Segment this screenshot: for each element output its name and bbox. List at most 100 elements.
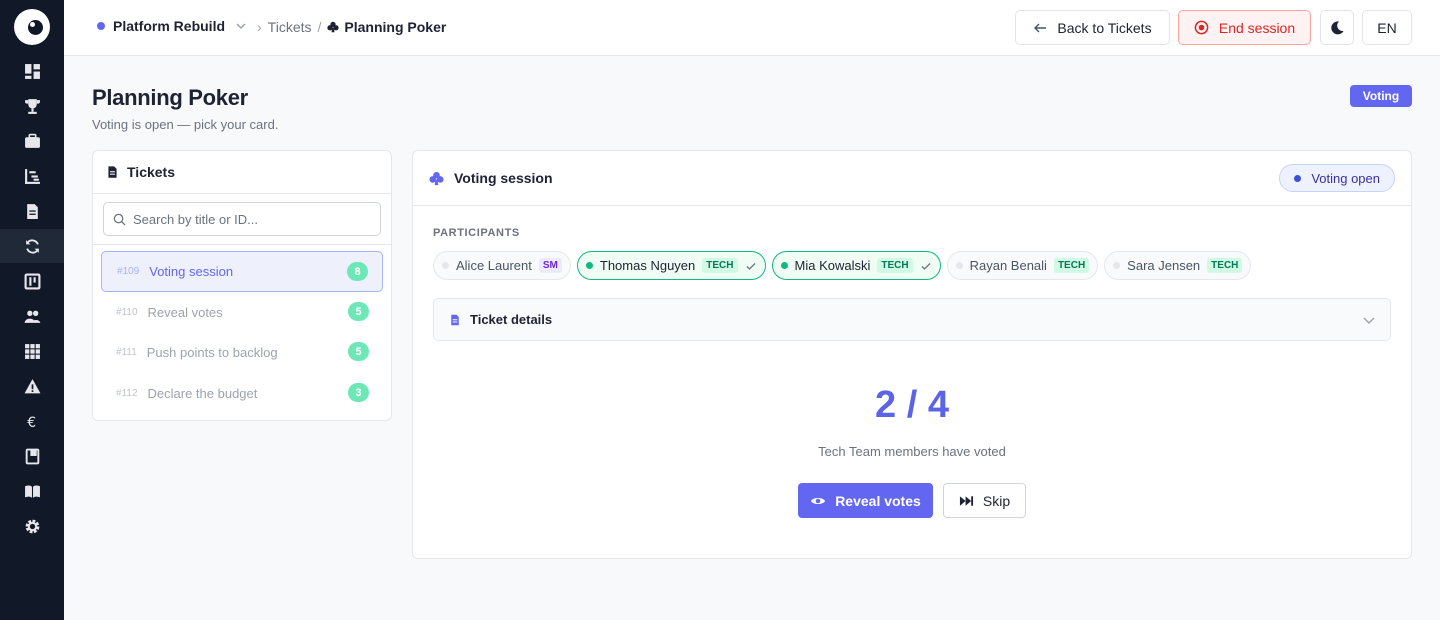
team-icon xyxy=(24,310,40,323)
participant-chip: Rayan Benali TECH xyxy=(946,251,1099,280)
participant-name: Mia Kowalski xyxy=(794,258,871,273)
theme-toggle-button[interactable] xyxy=(1320,10,1354,45)
reveal-votes-button[interactable]: Reveal votes xyxy=(798,483,933,518)
nav-grid[interactable] xyxy=(0,334,64,368)
nav-hierarchy[interactable] xyxy=(0,159,64,193)
book-icon xyxy=(24,484,40,498)
moon-icon xyxy=(1331,20,1344,34)
grid-icon xyxy=(24,343,40,359)
project-switcher[interactable]: Platform Rebuild xyxy=(97,18,247,34)
participant-chip: Thomas Nguyen TECH xyxy=(576,251,766,280)
vote-status-dot xyxy=(780,262,788,269)
project-name: Platform Rebuild xyxy=(113,18,226,34)
svg-text:€: € xyxy=(27,414,36,429)
ticket-item[interactable]: #111 Push points to backlog 5 xyxy=(101,332,383,373)
nav-risks[interactable] xyxy=(0,369,64,403)
participant-name: Alice Laurent xyxy=(456,258,532,273)
ticket-search[interactable] xyxy=(103,202,381,236)
role-badge: TECH xyxy=(877,258,913,273)
ticket-title: Voting session xyxy=(149,264,234,279)
ticket-item[interactable]: #112 Declare the budget 3 xyxy=(101,373,383,414)
language-button[interactable]: EN xyxy=(1362,10,1412,45)
trophy-icon xyxy=(24,98,40,114)
nav-dashboard[interactable] xyxy=(0,54,64,88)
vote-status-dot xyxy=(955,262,963,269)
board-icon xyxy=(24,273,40,289)
briefcase-icon xyxy=(24,133,40,148)
breadcrumb-current-label: Planning Poker xyxy=(344,19,447,35)
participants-list: Alice Laurent SM Thomas Nguyen TECH Mia … xyxy=(433,251,1252,280)
fast-forward-icon xyxy=(959,495,973,506)
page-title: Planning Poker xyxy=(92,85,248,110)
ticket-points-badge: 8 xyxy=(347,262,368,281)
document-icon xyxy=(108,166,117,178)
participant-chip: Mia Kowalski TECH xyxy=(771,251,941,280)
ticket-details-label: Ticket details xyxy=(470,312,553,327)
club-icon xyxy=(327,21,340,33)
role-badge: TECH xyxy=(702,258,738,273)
euro-icon: € xyxy=(27,414,36,429)
page-subtitle: Voting is open — pick your card. xyxy=(92,117,279,132)
check-icon xyxy=(921,262,931,270)
app-logo[interactable] xyxy=(14,9,50,45)
nav-documents[interactable] xyxy=(0,194,64,228)
ticket-id: #109 xyxy=(117,266,140,277)
nav-board[interactable] xyxy=(0,264,64,298)
ticket-points-badge: 3 xyxy=(348,383,369,402)
skip-label: Skip xyxy=(982,492,1011,509)
breadcrumb: › Tickets / Planning Poker xyxy=(251,19,446,35)
breadcrumb-chevron: › xyxy=(257,19,262,35)
search-input[interactable] xyxy=(133,211,373,227)
refresh-icon xyxy=(25,238,39,254)
participant-name: Sara Jensen xyxy=(1127,258,1201,273)
ticket-item[interactable]: #109 Voting session 8 xyxy=(101,251,383,292)
vote-status-dot xyxy=(585,262,593,269)
back-to-tickets-button[interactable]: Back to Tickets xyxy=(1015,10,1170,45)
tickets-panel: Tickets #109 Voting session 8 #110 Revea… xyxy=(92,150,392,421)
voting-status-label: Voting open xyxy=(1311,170,1380,186)
end-session-label: End session xyxy=(1218,19,1296,36)
ticket-title: Reveal votes xyxy=(147,305,223,320)
project-color-dot xyxy=(97,22,105,30)
voting-panel: Voting session Voting open PARTICIPANTS … xyxy=(412,150,1412,559)
vote-status-dot xyxy=(1113,262,1121,269)
club-icon xyxy=(429,171,444,185)
nav-notebook[interactable] xyxy=(0,439,64,473)
skip-button[interactable]: Skip xyxy=(943,483,1026,518)
dashboard-icon xyxy=(24,63,40,79)
check-icon xyxy=(746,262,755,270)
nav-budget[interactable]: € xyxy=(0,404,64,438)
back-to-tickets-label: Back to Tickets xyxy=(1057,19,1152,36)
ticket-title: Declare the budget xyxy=(147,386,258,401)
status-dot xyxy=(1294,174,1302,182)
tickets-title: Tickets xyxy=(127,164,175,180)
end-session-button[interactable]: End session xyxy=(1178,10,1311,45)
nav-book[interactable] xyxy=(0,474,64,508)
nav-briefcase[interactable] xyxy=(0,124,64,158)
nav-trophy[interactable] xyxy=(0,89,64,123)
reveal-votes-label: Reveal votes xyxy=(835,492,921,509)
tickets-header: Tickets xyxy=(93,151,391,194)
nav-settings[interactable] xyxy=(0,509,64,543)
breadcrumb-current: Planning Poker xyxy=(327,19,446,35)
participant-chip: Sara Jensen TECH xyxy=(1104,251,1252,280)
ticket-id: #110 xyxy=(116,307,138,318)
participant-chip: Alice Laurent SM xyxy=(433,251,571,280)
vote-count-label: Tech Team members have voted xyxy=(818,444,1006,459)
notebook-icon xyxy=(25,448,39,464)
participant-name: Thomas Nguyen xyxy=(599,258,696,273)
ticket-details-accordion[interactable]: Ticket details xyxy=(433,298,1391,341)
voting-title: Voting session xyxy=(454,170,553,186)
ticket-points-badge: 5 xyxy=(348,302,369,321)
breadcrumb-tickets[interactable]: Tickets xyxy=(268,19,312,35)
role-badge: TECH xyxy=(1207,258,1243,273)
warning-icon xyxy=(24,378,40,393)
status-badge: Voting xyxy=(1350,85,1412,107)
nav-planning-poker[interactable] xyxy=(0,229,64,263)
ticket-item[interactable]: #110 Reveal votes 5 xyxy=(101,292,383,333)
top-bar: Platform Rebuild › Tickets / Planning Po… xyxy=(64,0,1440,56)
role-badge: TECH xyxy=(1053,258,1090,273)
eye-icon xyxy=(811,497,826,504)
voting-header: Voting session xyxy=(413,151,1411,206)
nav-team[interactable] xyxy=(0,299,64,333)
